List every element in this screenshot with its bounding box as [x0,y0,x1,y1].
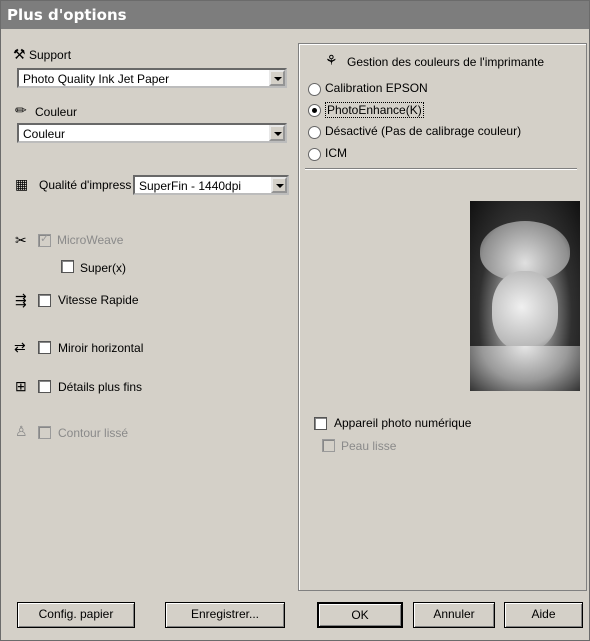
color-tool-icon: ✏ [15,102,27,118]
separator [305,168,577,170]
chevron-down-icon[interactable] [269,70,285,86]
peau-checkbox[interactable] [322,439,335,452]
more-options-dialog: Plus d'options ⚒ Support Photo Quality I… [0,0,590,641]
appareil-label: Appareil photo numérique [334,416,472,430]
desactive-label: Désactivé (Pas de calibrage couleur) [325,124,522,138]
aide-button[interactable]: Aide [504,602,583,628]
contour-label: Contour lissé [58,426,129,440]
contour-icon: ♙ [15,423,28,439]
mirror-icon: ⇄ [14,339,26,355]
color-management-icon: ⚘ [325,52,338,68]
vitesse-label: Vitesse Rapide [58,293,139,307]
desactive-radio[interactable] [308,126,321,139]
title-bar: Plus d'options [1,1,589,29]
quality-icon: ▦ [15,176,29,192]
super-checkbox[interactable] [61,260,74,273]
support-combo[interactable]: Photo Quality Ink Jet Paper [17,68,287,88]
icm-label: ICM [325,146,347,160]
photoenhance-label: PhotoEnhance(K) [325,102,424,118]
support-value: Photo Quality Ink Jet Paper [23,72,170,86]
preview-photo [470,201,580,391]
speed-icon: ⇶ [15,292,27,308]
ok-button[interactable]: OK [317,602,403,628]
window-title: Plus d'options [7,6,127,24]
detail-icon: ⊞ [15,378,27,394]
super-label: Super(x) [80,261,127,275]
preview-hands [470,346,580,391]
qualite-label: Qualité d'impress [39,178,132,192]
paper-tool-icon: ⚒ [13,46,26,62]
peau-label: Peau lisse [341,439,397,453]
chevron-down-icon[interactable] [271,177,287,193]
details-label: Détails plus fins [58,380,143,394]
color-management-title: Gestion des couleurs de l'imprimante [345,55,547,69]
enregistrer-button[interactable]: Enregistrer... [165,602,285,628]
annuler-button[interactable]: Annuler [413,602,495,628]
microweave-label: MicroWeave [57,233,124,247]
details-checkbox[interactable] [38,380,51,393]
miroir-checkbox[interactable] [38,341,51,354]
microweave-checkbox[interactable]: ✓ [38,233,51,247]
couleur-value: Couleur [23,127,66,141]
preview-face [492,271,558,351]
calibration-label: Calibration EPSON [325,81,428,95]
contour-checkbox[interactable] [38,426,51,439]
config-papier-button[interactable]: Config. papier [17,602,135,628]
couleur-label: Couleur [35,105,78,119]
support-label: Support [29,48,72,62]
couleur-combo[interactable]: Couleur [17,123,287,143]
vitesse-checkbox[interactable] [38,294,51,307]
qualite-value: SuperFin - 1440dpi [139,179,242,193]
chevron-down-icon[interactable] [269,125,285,141]
miroir-label: Miroir horizontal [58,341,144,355]
appareil-checkbox[interactable] [314,417,327,430]
microweave-icon: ✂ [15,232,27,248]
icm-radio[interactable] [308,148,321,161]
calibration-radio[interactable] [308,83,321,96]
qualite-combo[interactable]: SuperFin - 1440dpi [133,175,289,195]
photoenhance-radio[interactable] [308,104,321,117]
